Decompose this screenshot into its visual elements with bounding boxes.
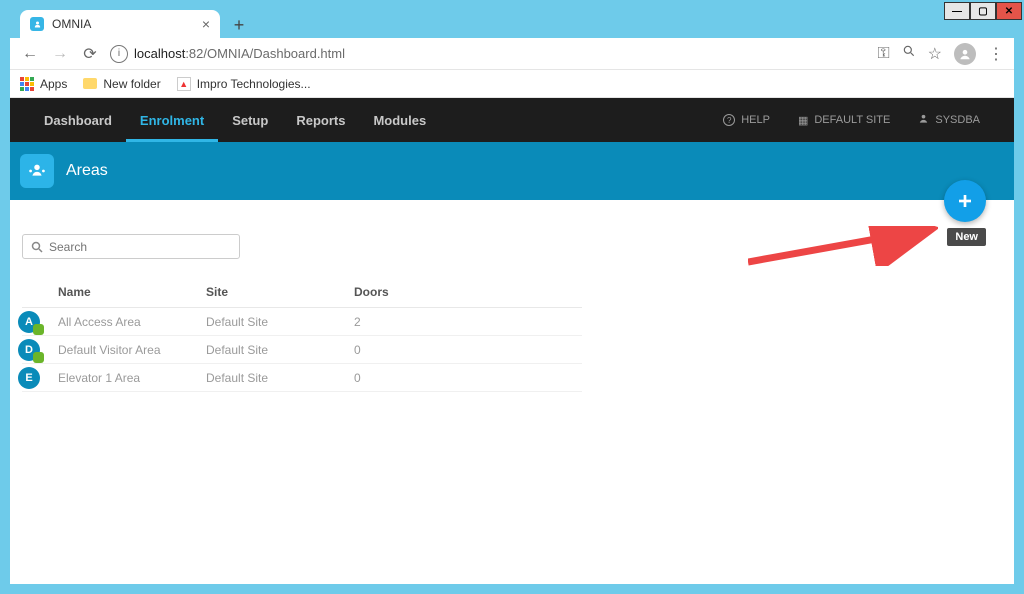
nav-reports[interactable]: Reports: [282, 98, 359, 142]
search-icon: [31, 241, 43, 253]
cell-name: Default Visitor Area: [58, 343, 206, 357]
page-header: Areas: [10, 142, 1014, 200]
window-minimize-button[interactable]: —: [944, 2, 970, 20]
window-maximize-button[interactable]: ▢: [970, 2, 996, 20]
nav-help[interactable]: ? HELP: [709, 114, 784, 126]
areas-table: Name Site Doors AAll Access AreaDefault …: [22, 285, 582, 392]
app-content: Dashboard Enrolment Setup Reports Module…: [10, 98, 1014, 584]
star-icon[interactable]: ☆: [928, 44, 942, 64]
avatar: D: [18, 339, 40, 361]
col-header-doors[interactable]: Doors: [354, 285, 502, 299]
zoom-icon[interactable]: [902, 44, 916, 63]
site-info-icon[interactable]: i: [110, 45, 128, 63]
table-row[interactable]: EElevator 1 AreaDefault Site0: [22, 364, 582, 392]
browser-tab[interactable]: OMNIA ×: [20, 10, 220, 38]
cell-name: Elevator 1 Area: [58, 371, 206, 385]
bookmark-folder-label: New folder: [103, 77, 160, 91]
nav-dashboard[interactable]: Dashboard: [30, 98, 126, 142]
cell-site: Default Site: [206, 343, 354, 357]
url-port: :82: [185, 46, 203, 61]
toolbar-right: ⚿ ☆ ⋮: [877, 43, 1004, 65]
tab-close-icon[interactable]: ×: [202, 16, 210, 32]
col-header-name[interactable]: Name: [58, 285, 206, 299]
key-icon[interactable]: ⚿: [877, 45, 889, 63]
annotation-arrow: [748, 226, 938, 266]
menu-icon[interactable]: ⋮: [988, 44, 1004, 64]
favicon-icon: [30, 17, 44, 31]
col-header-site[interactable]: Site: [206, 285, 354, 299]
forward-button[interactable]: →: [50, 45, 70, 63]
search-input[interactable]: [49, 240, 231, 254]
bookmark-new-folder[interactable]: New folder: [83, 77, 160, 91]
window-close-button[interactable]: ✕: [996, 2, 1022, 20]
cell-doors: 2: [354, 315, 502, 329]
page-content: New Name Site Doors AAll Access AreaDefa…: [10, 200, 1014, 584]
nav-setup[interactable]: Setup: [218, 98, 282, 142]
nav-modules[interactable]: Modules: [359, 98, 440, 142]
table-header: Name Site Doors: [22, 285, 582, 308]
user-icon: [918, 113, 929, 127]
cell-name: All Access Area: [58, 315, 206, 329]
cell-doors: 0: [354, 343, 502, 357]
tab-title: OMNIA: [52, 17, 194, 31]
folder-icon: [83, 78, 97, 89]
new-button[interactable]: [944, 180, 986, 222]
cell-site: Default Site: [206, 371, 354, 385]
impro-icon: ▲: [177, 77, 191, 91]
apps-icon: [20, 77, 34, 91]
url-field[interactable]: i localhost:82/OMNIA/Dashboard.html: [110, 45, 867, 63]
new-tooltip: New: [947, 228, 986, 246]
app-navbar: Dashboard Enrolment Setup Reports Module…: [10, 98, 1014, 142]
table-row[interactable]: AAll Access AreaDefault Site2: [22, 308, 582, 336]
nav-user[interactable]: SYSDBA: [904, 113, 994, 127]
nav-enrolment[interactable]: Enrolment: [126, 98, 218, 142]
areas-icon: [20, 154, 54, 188]
profile-icon[interactable]: [954, 43, 976, 65]
table-row[interactable]: DDefault Visitor AreaDefault Site0: [22, 336, 582, 364]
window-controls: — ▢ ✕: [944, 2, 1022, 20]
cell-doors: 0: [354, 371, 502, 385]
browser-tabstrip: OMNIA × +: [20, 10, 252, 38]
back-button[interactable]: ←: [20, 45, 40, 63]
bookmarks-bar: Apps New folder ▲ Impro Technologies...: [10, 70, 1014, 98]
browser-window: ← → ⟳ i localhost:82/OMNIA/Dashboard.htm…: [10, 38, 1014, 584]
avatar: A: [18, 311, 40, 333]
help-icon: ?: [723, 114, 735, 126]
bookmark-impro[interactable]: ▲ Impro Technologies...: [177, 77, 311, 91]
url-host: localhost: [134, 46, 185, 61]
cell-site: Default Site: [206, 315, 354, 329]
address-bar: ← → ⟳ i localhost:82/OMNIA/Dashboard.htm…: [10, 38, 1014, 70]
reload-button[interactable]: ⟳: [80, 44, 100, 64]
avatar: E: [18, 367, 40, 389]
bookmark-impro-label: Impro Technologies...: [197, 77, 311, 91]
new-tab-button[interactable]: +: [226, 12, 252, 38]
page-title: Areas: [66, 162, 108, 180]
search-box[interactable]: [22, 234, 240, 259]
url-path: /OMNIA/Dashboard.html: [203, 46, 345, 61]
bookmark-apps[interactable]: Apps: [20, 77, 67, 91]
nav-site[interactable]: ▦ DEFAULT SITE: [784, 114, 904, 127]
bookmark-apps-label: Apps: [40, 77, 67, 91]
site-icon: ▦: [798, 114, 808, 127]
